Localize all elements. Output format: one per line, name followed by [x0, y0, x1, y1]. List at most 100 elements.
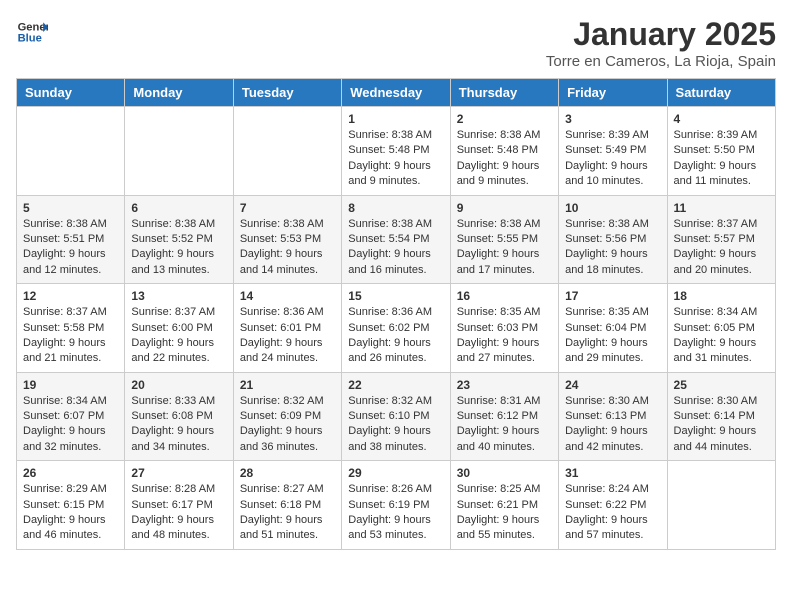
weekday-header-sunday: Sunday: [17, 79, 125, 107]
day-number: 17: [565, 289, 660, 303]
day-info: Sunrise: 8:38 AM Sunset: 5:52 PM Dayligh…: [131, 217, 226, 279]
calendar-cell: 28 Sunrise: 8:27 AM Sunset: 6:18 PM Dayli…: [233, 461, 341, 550]
page-header: General Blue January 2025 Torre en Camer…: [16, 16, 776, 70]
day-number: 7: [240, 201, 335, 215]
calendar-cell: 4Sunrise: 8:39 AM Sunset: 5:50 PM Daylig…: [667, 107, 775, 196]
day-number: 30: [457, 466, 552, 480]
day-info: Sunrise: 8:25 AM Sunset: 6:21 PM Dayligh…: [457, 482, 552, 544]
svg-text:Blue: Blue: [18, 33, 42, 45]
calendar-cell: 29Sunrise: 8:26 AM Sunset: 6:19 PM Dayli…: [342, 461, 450, 550]
day-number: 28: [240, 466, 335, 480]
day-number: 23: [457, 378, 552, 392]
week-row-1: 1 Sunrise: 8:38 AM Sunset: 5:48 PM Daylig…: [17, 107, 776, 196]
weekday-header-monday: Monday: [125, 79, 233, 107]
day-info: Sunrise: 8:38 AM Sunset: 5:48 PM Dayligh…: [457, 128, 552, 190]
calendar-cell: [17, 107, 125, 196]
day-number: 15: [348, 289, 443, 303]
day-info: Sunrise: 8:35 AM Sunset: 6:03 PM Dayligh…: [457, 305, 552, 367]
day-info: Sunrise: 8:35 AM Sunset: 6:04 PM Dayligh…: [565, 305, 660, 367]
calendar-cell: 2 Sunrise: 8:38 AM Sunset: 5:48 PM Daylig…: [450, 107, 558, 196]
day-number: 16: [457, 289, 552, 303]
calendar-cell: 14 Sunrise: 8:36 AM Sunset: 6:01 PM Dayli…: [233, 284, 341, 373]
day-number: 11: [674, 201, 769, 215]
day-info: Sunrise: 8:28 AM Sunset: 6:17 PM Dayligh…: [131, 482, 226, 544]
calendar-cell: 22Sunrise: 8:32 AM Sunset: 6:10 PM Dayli…: [342, 372, 450, 461]
weekday-header-wednesday: Wednesday: [342, 79, 450, 107]
calendar-cell: 5Sunrise: 8:38 AM Sunset: 5:51 PM Daylig…: [17, 195, 125, 284]
day-info: Sunrise: 8:36 AM Sunset: 6:01 PM Dayligh…: [240, 305, 335, 367]
calendar-cell: 3 Sunrise: 8:39 AM Sunset: 5:49 PM Daylig…: [559, 107, 667, 196]
calendar-cell: 9 Sunrise: 8:38 AM Sunset: 5:55 PM Daylig…: [450, 195, 558, 284]
calendar-cell: 30 Sunrise: 8:25 AM Sunset: 6:21 PM Dayli…: [450, 461, 558, 550]
calendar-cell: 10 Sunrise: 8:38 AM Sunset: 5:56 PM Dayli…: [559, 195, 667, 284]
day-info: Sunrise: 8:38 AM Sunset: 5:55 PM Dayligh…: [457, 217, 552, 279]
day-number: 1: [348, 112, 443, 126]
day-info: Sunrise: 8:31 AM Sunset: 6:12 PM Dayligh…: [457, 394, 552, 456]
day-info: Sunrise: 8:38 AM Sunset: 5:51 PM Dayligh…: [23, 217, 118, 279]
day-number: 26: [23, 466, 118, 480]
calendar-cell: 7 Sunrise: 8:38 AM Sunset: 5:53 PM Daylig…: [233, 195, 341, 284]
day-number: 10: [565, 201, 660, 215]
day-number: 6: [131, 201, 226, 215]
calendar-cell: 25 Sunrise: 8:30 AM Sunset: 6:14 PM Dayli…: [667, 372, 775, 461]
weekday-header-saturday: Saturday: [667, 79, 775, 107]
day-info: Sunrise: 8:30 AM Sunset: 6:13 PM Dayligh…: [565, 394, 660, 456]
calendar-cell: 6 Sunrise: 8:38 AM Sunset: 5:52 PM Daylig…: [125, 195, 233, 284]
day-info: Sunrise: 8:37 AM Sunset: 5:58 PM Dayligh…: [23, 305, 118, 367]
day-number: 25: [674, 378, 769, 392]
week-row-4: 19Sunrise: 8:34 AM Sunset: 6:07 PM Dayli…: [17, 372, 776, 461]
day-number: 8: [348, 201, 443, 215]
day-number: 31: [565, 466, 660, 480]
day-info: Sunrise: 8:34 AM Sunset: 6:07 PM Dayligh…: [23, 394, 118, 456]
day-info: Sunrise: 8:33 AM Sunset: 6:08 PM Dayligh…: [131, 394, 226, 456]
day-number: 13: [131, 289, 226, 303]
month-title: January 2025: [546, 16, 776, 53]
calendar-cell: [125, 107, 233, 196]
calendar-cell: 13Sunrise: 8:37 AM Sunset: 6:00 PM Dayli…: [125, 284, 233, 373]
day-info: Sunrise: 8:27 AM Sunset: 6:18 PM Dayligh…: [240, 482, 335, 544]
calendar-cell: 11 Sunrise: 8:37 AM Sunset: 5:57 PM Dayli…: [667, 195, 775, 284]
day-number: 27: [131, 466, 226, 480]
day-number: 14: [240, 289, 335, 303]
day-number: 20: [131, 378, 226, 392]
calendar-cell: 26 Sunrise: 8:29 AM Sunset: 6:15 PM Dayli…: [17, 461, 125, 550]
day-number: 29: [348, 466, 443, 480]
day-info: Sunrise: 8:39 AM Sunset: 5:50 PM Dayligh…: [674, 128, 769, 190]
day-number: 3: [565, 112, 660, 126]
calendar-cell: 31Sunrise: 8:24 AM Sunset: 6:22 PM Dayli…: [559, 461, 667, 550]
weekday-header-friday: Friday: [559, 79, 667, 107]
day-info: Sunrise: 8:30 AM Sunset: 6:14 PM Dayligh…: [674, 394, 769, 456]
calendar-cell: 18 Sunrise: 8:34 AM Sunset: 6:05 PM Dayli…: [667, 284, 775, 373]
day-info: Sunrise: 8:38 AM Sunset: 5:56 PM Dayligh…: [565, 217, 660, 279]
day-number: 12: [23, 289, 118, 303]
calendar-cell: 16 Sunrise: 8:35 AM Sunset: 6:03 PM Dayli…: [450, 284, 558, 373]
logo-icon: General Blue: [16, 16, 48, 48]
day-info: Sunrise: 8:34 AM Sunset: 6:05 PM Dayligh…: [674, 305, 769, 367]
day-number: 9: [457, 201, 552, 215]
day-info: Sunrise: 8:37 AM Sunset: 5:57 PM Dayligh…: [674, 217, 769, 279]
calendar-cell: 23 Sunrise: 8:31 AM Sunset: 6:12 PM Dayli…: [450, 372, 558, 461]
calendar-cell: 20 Sunrise: 8:33 AM Sunset: 6:08 PM Dayli…: [125, 372, 233, 461]
calendar-cell: [233, 107, 341, 196]
day-number: 24: [565, 378, 660, 392]
calendar-cell: 8Sunrise: 8:38 AM Sunset: 5:54 PM Daylig…: [342, 195, 450, 284]
day-number: 2: [457, 112, 552, 126]
title-block: January 2025 Torre en Cameros, La Rioja,…: [546, 16, 776, 70]
day-info: Sunrise: 8:38 AM Sunset: 5:48 PM Dayligh…: [348, 128, 443, 190]
calendar-cell: 12 Sunrise: 8:37 AM Sunset: 5:58 PM Dayli…: [17, 284, 125, 373]
weekday-header-row: SundayMondayTuesdayWednesdayThursdayFrid…: [17, 79, 776, 107]
calendar-cell: 21Sunrise: 8:32 AM Sunset: 6:09 PM Dayli…: [233, 372, 341, 461]
week-row-3: 12 Sunrise: 8:37 AM Sunset: 5:58 PM Dayli…: [17, 284, 776, 373]
day-number: 18: [674, 289, 769, 303]
day-info: Sunrise: 8:29 AM Sunset: 6:15 PM Dayligh…: [23, 482, 118, 544]
logo: General Blue: [16, 16, 48, 48]
location: Torre en Cameros, La Rioja, Spain: [546, 53, 776, 70]
weekday-header-thursday: Thursday: [450, 79, 558, 107]
day-info: Sunrise: 8:38 AM Sunset: 5:53 PM Dayligh…: [240, 217, 335, 279]
day-info: Sunrise: 8:36 AM Sunset: 6:02 PM Dayligh…: [348, 305, 443, 367]
day-info: Sunrise: 8:39 AM Sunset: 5:49 PM Dayligh…: [565, 128, 660, 190]
week-row-5: 26 Sunrise: 8:29 AM Sunset: 6:15 PM Dayli…: [17, 461, 776, 550]
day-number: 22: [348, 378, 443, 392]
calendar-cell: 17 Sunrise: 8:35 AM Sunset: 6:04 PM Dayli…: [559, 284, 667, 373]
weekday-header-tuesday: Tuesday: [233, 79, 341, 107]
